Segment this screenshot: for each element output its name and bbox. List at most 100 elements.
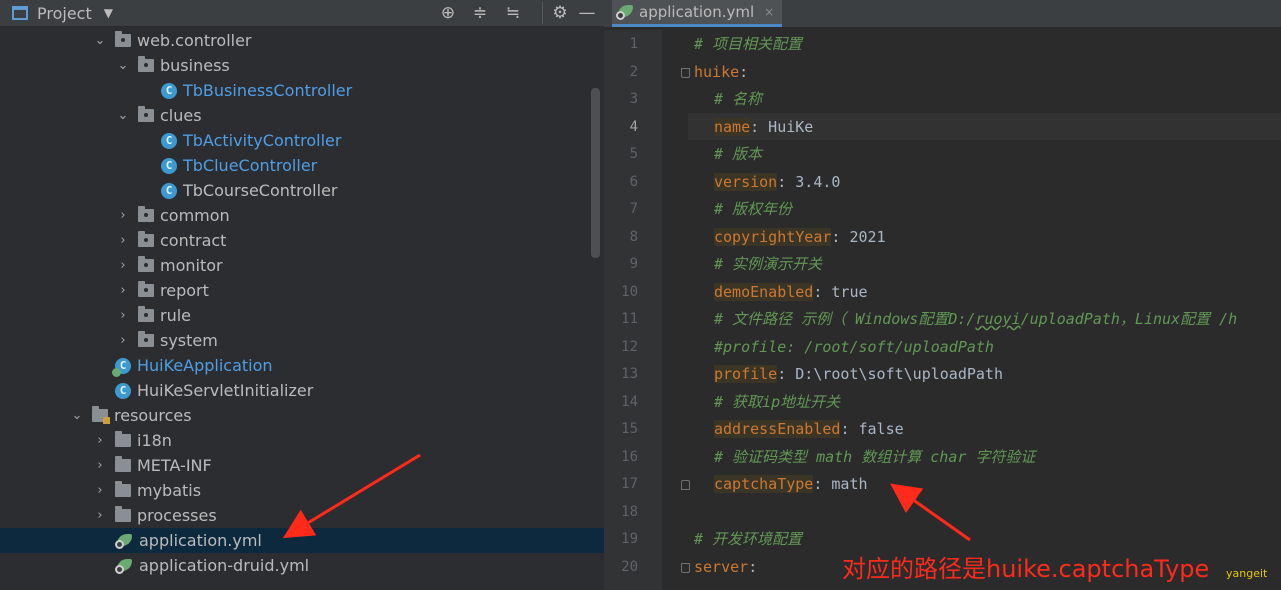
- code-comment: # 版权年份: [714, 200, 793, 218]
- fold-marker-icon[interactable]: [681, 562, 690, 573]
- fold-marker-icon[interactable]: [681, 67, 690, 78]
- package-icon: [138, 306, 154, 322]
- tree-item[interactable]: › monitor: [0, 253, 604, 278]
- tree-item[interactable]: › mybatis: [0, 478, 604, 503]
- code-comment: # 名称: [714, 90, 763, 108]
- code-value: : false: [840, 420, 904, 438]
- tree-item-label: TbClueController: [183, 156, 318, 175]
- chevron-right-icon[interactable]: ›: [115, 258, 131, 273]
- tab-application-yml[interactable]: application.yml ×: [612, 0, 783, 27]
- code-key: huike: [694, 62, 740, 81]
- tree-item[interactable]: ⌄ business: [0, 53, 604, 78]
- tree-item[interactable]: C TbBusinessController: [0, 78, 604, 103]
- code-line: profile: D:\root\soft\uploadPath: [714, 364, 1003, 384]
- chevron-down-icon[interactable]: ⌄: [69, 408, 85, 423]
- tree-item[interactable]: › i18n: [0, 428, 604, 453]
- close-icon[interactable]: ×: [764, 5, 774, 19]
- chevron-right-icon[interactable]: ›: [92, 433, 108, 448]
- tree-item-label: HuiKeApplication: [137, 356, 273, 375]
- code-value: : HuiKe: [750, 117, 814, 136]
- code-line: # 实例演示开关: [714, 254, 822, 274]
- class-icon: C: [161, 132, 177, 149]
- expand-all-icon[interactable]: ≑: [469, 2, 491, 24]
- tree-item[interactable]: C TbClueController: [0, 153, 604, 178]
- chevron-right-icon[interactable]: ›: [92, 458, 108, 473]
- line-number: 7: [629, 201, 638, 217]
- code-line: # 版权年份: [714, 199, 792, 219]
- fold-marker-icon[interactable]: [681, 480, 690, 490]
- gear-icon[interactable]: ⚙: [542, 2, 571, 24]
- line-number: 8: [629, 228, 638, 245]
- tree-item[interactable]: application-druid.yml: [0, 553, 604, 578]
- tree-item-label: TbCourseController: [183, 181, 338, 200]
- chevron-right-icon[interactable]: ›: [115, 283, 131, 298]
- tree-item-label: rule: [160, 306, 192, 325]
- code-comment: # 验证码类型 math 数组计算 char 字符验证: [714, 447, 1036, 466]
- chevron-right-icon[interactable]: ›: [115, 308, 131, 323]
- project-title[interactable]: Project: [37, 4, 92, 23]
- code-line: # 项目相关配置: [694, 34, 802, 54]
- tree-item[interactable]: › system: [0, 328, 604, 353]
- line-number: 13: [621, 366, 638, 382]
- tree-item[interactable]: application.yml: [0, 528, 604, 553]
- chevron-down-icon[interactable]: ⌄: [115, 58, 131, 73]
- tree-item[interactable]: › processes: [0, 503, 604, 528]
- collapse-all-icon[interactable]: ≒: [502, 2, 524, 24]
- folder-icon: [115, 481, 131, 497]
- chevron-right-icon[interactable]: ›: [115, 333, 131, 348]
- resources-folder-icon: [92, 406, 110, 424]
- tree-item[interactable]: ⌄ clues: [0, 103, 604, 128]
- line-number: 1: [629, 36, 638, 52]
- chevron-down-icon[interactable]: ⌄: [92, 33, 108, 48]
- package-icon: [138, 56, 154, 72]
- chevron-right-icon[interactable]: ›: [92, 508, 108, 523]
- line-number: 17: [621, 476, 638, 492]
- tree-scrollbar[interactable]: [591, 88, 600, 258]
- tree-item[interactable]: › report: [0, 278, 604, 303]
- code-line: # 名称: [714, 89, 762, 109]
- tree-item[interactable]: C TbActivityController: [0, 128, 604, 153]
- tree-item[interactable]: ⌄ web.controller: [0, 28, 604, 53]
- code-line: # 版本: [714, 144, 762, 164]
- code-comment: /uploadPath，Linux配置 /h: [1020, 310, 1238, 328]
- chevron-down-icon[interactable]: ▼: [104, 6, 113, 20]
- tree-item[interactable]: C HuiKeServletInitializer: [0, 378, 604, 403]
- code-value: : D:\root\soft\uploadPath: [777, 365, 1003, 383]
- line-number: 16: [621, 448, 638, 465]
- line-number: 19: [621, 531, 638, 547]
- code-value: :: [748, 557, 758, 576]
- tree-item[interactable]: › META-INF: [0, 453, 604, 478]
- code-comment: ruoyi: [975, 310, 1021, 328]
- package-icon: [138, 231, 154, 247]
- tree-item-label: HuiKeServletInitializer: [137, 381, 314, 400]
- tree-item[interactable]: C HuiKeApplication: [0, 353, 604, 378]
- chevron-right-icon[interactable]: ›: [115, 233, 131, 248]
- package-icon: [138, 206, 154, 222]
- chevron-right-icon[interactable]: ›: [92, 483, 108, 498]
- tree-item[interactable]: C TbCourseController: [0, 178, 604, 203]
- code-line: server:: [694, 557, 757, 577]
- minimize-icon[interactable]: —: [576, 2, 598, 24]
- locate-icon[interactable]: ⊕: [437, 2, 459, 24]
- code-line: # 文件路径 示例（ Windows配置D:/ruoyi/uploadPath，…: [714, 309, 1237, 329]
- code-line: demoEnabled: true: [714, 282, 868, 302]
- class-icon: C: [115, 382, 131, 399]
- tree-item[interactable]: › common: [0, 203, 604, 228]
- project-panel: Project ▼ ⊕ ≑ ≒ ⚙ — ⌄ web.controller ⌄ busi…: [0, 0, 604, 590]
- code-comment: # 实例演示开关: [714, 255, 823, 273]
- code-line: version: 3.4.0: [714, 172, 840, 192]
- tree-item-label: application.yml: [139, 531, 262, 550]
- tree-item[interactable]: ⌄ resources: [0, 403, 604, 428]
- line-number: 15: [621, 421, 638, 437]
- tree-item[interactable]: › rule: [0, 303, 604, 328]
- line-number: 18: [621, 503, 638, 520]
- line-number: 3: [629, 91, 638, 107]
- code-value: : 2021: [831, 227, 886, 246]
- yaml-file-icon: [115, 558, 133, 574]
- code-key: name: [714, 117, 751, 136]
- chevron-down-icon[interactable]: ⌄: [115, 108, 131, 123]
- tree-item-label: i18n: [137, 431, 172, 450]
- chevron-right-icon[interactable]: ›: [115, 208, 131, 223]
- tree-item[interactable]: › contract: [0, 228, 604, 253]
- folder-icon: [115, 431, 131, 447]
